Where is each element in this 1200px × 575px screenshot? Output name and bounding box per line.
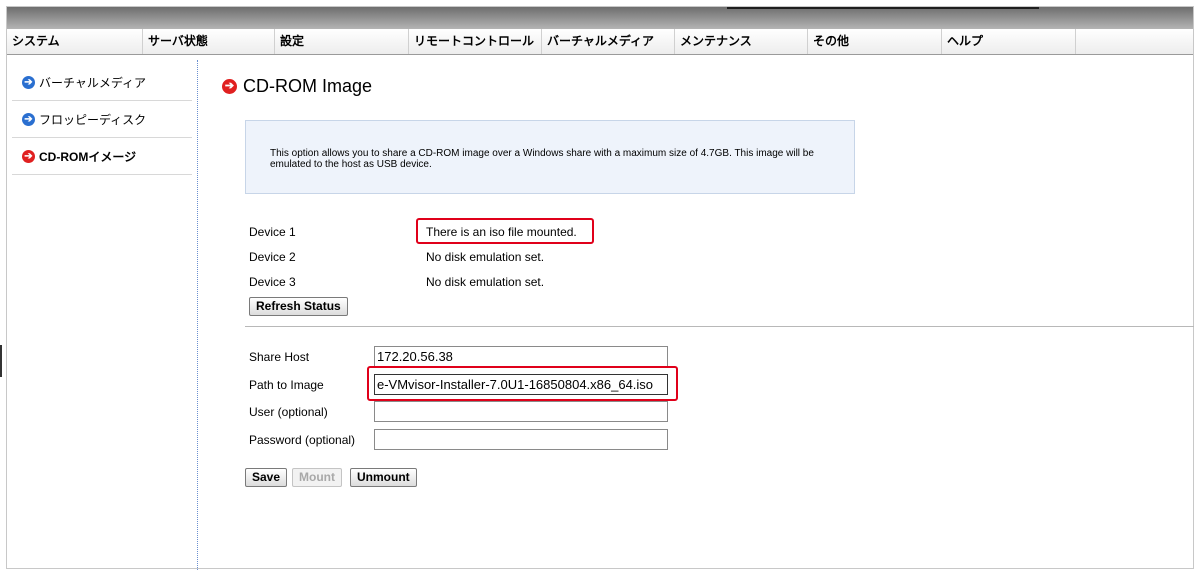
top-banner bbox=[7, 7, 1193, 29]
highlight-box bbox=[416, 218, 594, 244]
page-title-text: CD-ROM Image bbox=[243, 76, 373, 96]
info-box: This option allows you to share a CD-ROM… bbox=[245, 120, 855, 194]
menu-system[interactable]: システム bbox=[7, 29, 143, 54]
user-input[interactable] bbox=[374, 401, 668, 422]
share-host-label: Share Host bbox=[249, 350, 310, 364]
sidebar-item-virtual-media[interactable]: ➔ バーチャルメディア bbox=[12, 64, 192, 101]
main-menu: システム サーバ状態 設定 リモートコントロール バーチャルメディア メンテナン… bbox=[7, 29, 1193, 55]
device-2-label: Device 2 bbox=[249, 250, 296, 264]
menu-help[interactable]: ヘルプ bbox=[942, 29, 1076, 54]
share-host-input[interactable] bbox=[374, 346, 668, 367]
arrow-circle-icon: ➔ bbox=[22, 75, 35, 89]
menu-server-status[interactable]: サーバ状態 bbox=[143, 29, 275, 54]
sidebar-item-label: CD-ROMイメージ bbox=[39, 149, 137, 164]
menu-remote-control[interactable]: リモートコントロール bbox=[409, 29, 542, 54]
banner-accent bbox=[727, 7, 1039, 9]
device-3-label: Device 3 bbox=[249, 275, 296, 289]
path-to-image-label: Path to Image bbox=[249, 378, 324, 392]
sidebar-item-label: フロッピーディスク bbox=[39, 112, 147, 127]
refresh-status-button[interactable]: Refresh Status bbox=[249, 297, 348, 316]
sidebar-item-cdrom-image[interactable]: ➔ CD-ROMイメージ bbox=[12, 138, 192, 175]
device-2-status: No disk emulation set. bbox=[426, 250, 545, 264]
sidebar-divider bbox=[197, 60, 198, 570]
save-button[interactable]: Save bbox=[245, 468, 288, 487]
sidebar-item-floppy-disk[interactable]: ➔ フロッピーディスク bbox=[12, 101, 192, 138]
menu-settings[interactable]: 設定 bbox=[275, 29, 409, 54]
menu-other[interactable]: その他 bbox=[808, 29, 942, 54]
menu-virtual-media[interactable]: バーチャルメディア bbox=[542, 29, 675, 54]
info-text: This option allows you to share a CD-ROM… bbox=[270, 148, 814, 170]
divider bbox=[245, 326, 1194, 327]
user-label: User (optional) bbox=[249, 405, 328, 419]
password-label: Password (optional) bbox=[249, 433, 356, 447]
device-1-label: Device 1 bbox=[249, 225, 296, 239]
device-3-status: No disk emulation set. bbox=[426, 275, 545, 289]
unmount-button[interactable]: Unmount bbox=[350, 468, 417, 487]
sidebar: ➔ バーチャルメディア ➔ フロッピーディスク ➔ CD-ROMイメージ bbox=[12, 64, 192, 175]
password-input[interactable] bbox=[374, 429, 668, 450]
mount-button[interactable]: Mount bbox=[292, 468, 342, 487]
arrow-circle-icon: ➔ bbox=[222, 79, 237, 94]
page-title: ➔ CD-ROM Image bbox=[222, 76, 372, 97]
highlight-box bbox=[367, 366, 678, 401]
window-edge-marker bbox=[0, 345, 2, 377]
sidebar-item-label: バーチャルメディア bbox=[39, 75, 147, 90]
arrow-circle-icon: ➔ bbox=[22, 149, 35, 163]
arrow-circle-icon: ➔ bbox=[22, 112, 35, 126]
menu-maintenance[interactable]: メンテナンス bbox=[675, 29, 808, 54]
